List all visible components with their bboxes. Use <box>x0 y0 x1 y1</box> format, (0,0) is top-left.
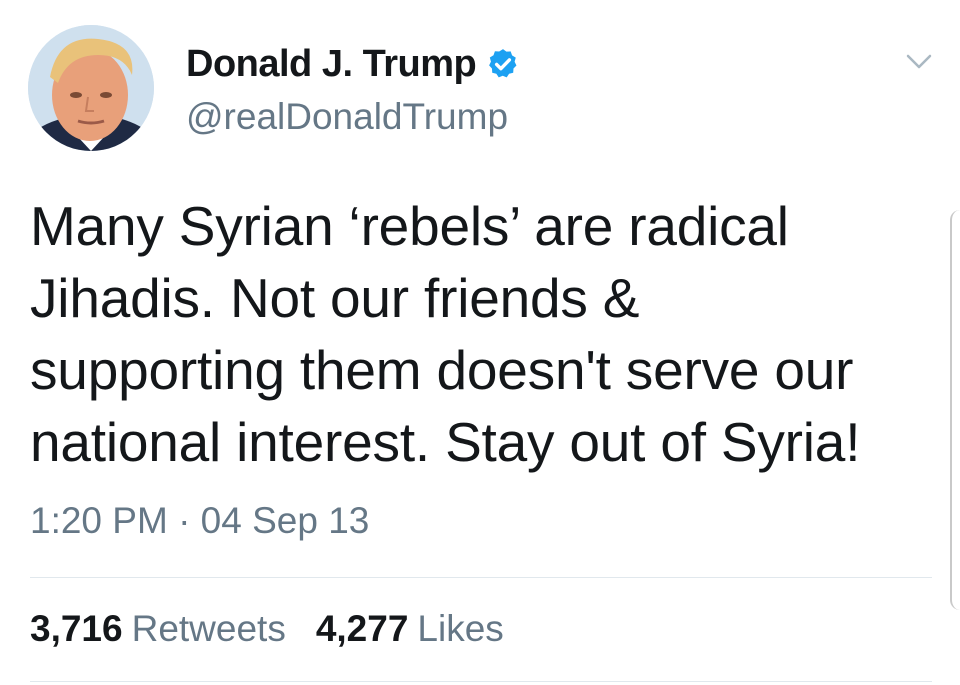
tweet-text: Many Syrian ‘rebels’ are radical Jihadis… <box>30 190 930 478</box>
likes-label: Likes <box>417 608 504 649</box>
retweets-stat[interactable]: 3,716 Retweets <box>30 608 286 650</box>
retweets-label: Retweets <box>131 608 286 649</box>
tweet-text-line: Jihadis. Not our friends & <box>30 267 640 329</box>
verified-badge-icon <box>489 49 517 78</box>
chevron-down-icon[interactable] <box>904 50 934 72</box>
user-handle[interactable]: @realDonaldTrump <box>186 96 520 138</box>
likes-stat[interactable]: 4,277 Likes <box>316 608 504 650</box>
avatar[interactable] <box>28 25 154 151</box>
divider <box>30 681 932 682</box>
name-row: Donald J. Trump <box>186 38 520 90</box>
avatar-photo-icon <box>28 25 154 151</box>
tweet-text-line: supporting them doesn't serve our <box>30 339 854 401</box>
tweet-text-line: Many Syrian ‘rebels’ are radical <box>30 195 789 257</box>
display-name[interactable]: Donald J. Trump <box>186 43 477 86</box>
tweet-text-line: national interest. Stay out of Syria! <box>30 411 861 473</box>
tweet-card: Donald J. Trump @realDonaldTrump Many Sy… <box>0 0 960 685</box>
scrollbar[interactable] <box>950 210 960 610</box>
tweet-timestamp[interactable]: 1:20 PM · 04 Sep 13 <box>30 500 369 542</box>
likes-count: 4,277 <box>315 608 409 649</box>
user-info: Donald J. Trump @realDonaldTrump <box>186 38 520 138</box>
retweets-count: 3,716 <box>30 608 123 649</box>
divider <box>30 577 932 578</box>
engagement-stats: 3,716 Retweets 4,277 Likes <box>30 608 504 650</box>
